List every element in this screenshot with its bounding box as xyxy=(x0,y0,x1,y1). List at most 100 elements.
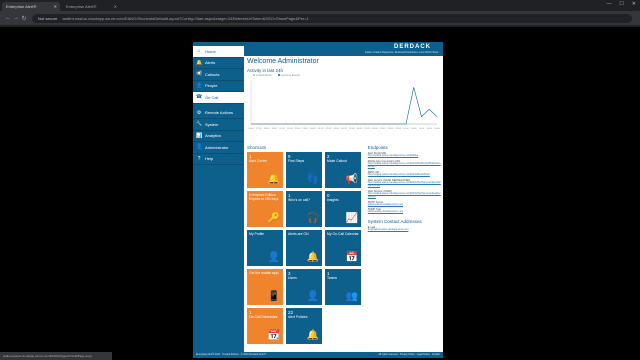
tile-insights[interactable]: 0 Insights 📈 xyxy=(325,191,361,227)
calendar-icon: 📅 xyxy=(345,252,358,263)
x-tick-label: 06:00 xyxy=(357,128,363,130)
sidebar-item-people[interactable]: 👤 People xyxy=(193,81,244,92)
x-tick-label: 13:00 xyxy=(411,128,417,130)
sidebar-item-system[interactable]: 🔧 System xyxy=(193,119,244,131)
megaphone-icon: 📢 xyxy=(196,71,203,78)
x-tick-label: 02:00 xyxy=(326,128,332,130)
tile-label: First Steps xyxy=(288,158,305,163)
x-tick-label: 15:00 xyxy=(427,128,433,130)
endpoint-link[interactable]: https://walled.eastus.cloudapp.azure.com… xyxy=(368,193,441,199)
sidebar-item-help[interactable]: ? Help xyxy=(193,154,244,165)
sidebar-item-analytics[interactable]: 📊 Analytics xyxy=(193,131,244,142)
series-line-1 xyxy=(251,87,438,125)
tile-label: Who's on call? xyxy=(288,197,310,202)
x-tick-label: 18:00 xyxy=(264,128,270,130)
maximize-icon[interactable]: ☐ xyxy=(619,1,623,7)
contact-heading: System Contact Addresses xyxy=(367,219,422,225)
tile-label: Insights xyxy=(327,197,339,202)
sidebar-item-label: People xyxy=(205,83,218,89)
address-bar[interactable]: Not secure walled.eastus.cloudapp.azure.… xyxy=(32,13,632,23)
app-page: DERDACK Faster Incident Response. Reduce… xyxy=(193,42,443,358)
sidebar-item-label: Remote Actions xyxy=(205,110,234,116)
reload-icon[interactable]: ↻ xyxy=(20,15,28,22)
sidebar-item-label: Alerts xyxy=(205,60,216,66)
tile-teams[interactable]: 1 Teams 👥 xyxy=(325,269,361,305)
url-text: walled.eastus.cloudapp.azure.com/EANG/Sh… xyxy=(62,15,309,21)
tile-first-steps[interactable]: 9 First Steps 👣 xyxy=(286,152,322,188)
browser-tab-active[interactable]: Enterprise Alert® ✕ xyxy=(2,2,60,11)
sidebar-item-label: Help xyxy=(205,156,214,162)
bell-icon: 🔔 xyxy=(267,174,280,185)
x-tick-label: 16:00 xyxy=(434,128,440,130)
sidebar-item-remote-actions[interactable]: ⚙ Remote Actions xyxy=(193,108,244,119)
wrench-icon: 🔧 xyxy=(196,121,203,128)
sidebar: ⌂ Home 🔔 Alerts 📢 Callouts 👤 People ☎ On Call ⚙ Rem… xyxy=(193,42,244,352)
shortcut-tiles: 1 Alert Center 🔔 9 First Steps 👣 2 Make Callout… xyxy=(247,152,364,344)
x-tick-label: 08:00 xyxy=(372,128,378,130)
endpoint-entry: SNMP Trap walled.eastus.cloudapp.azure.co… xyxy=(368,208,441,214)
not-secure-label: Not secure xyxy=(38,15,58,21)
sidebar-item-alerts[interactable]: 🔔 Alerts xyxy=(193,58,244,69)
tab-strip: Enterprise Alert® ✕ Enterprise Alert® ✕ xyxy=(0,0,640,11)
sidebar-item-label: Administrator xyxy=(205,144,229,150)
phone-icon: 📱 xyxy=(267,291,280,302)
sidebar-item-administrator[interactable]: 👤 Administrator xyxy=(193,142,244,154)
policy-icon: 🔔 xyxy=(306,330,319,341)
activity-chart: 16:00 17:00 18:00 19:00 20:00 21:00 22:00 23:00… xyxy=(248,80,441,130)
contact-email-link[interactable]: EA@walled.eastus.cloudapp.azure.com xyxy=(368,229,441,232)
tile-who-s-on-call[interactable]: 1 Who's on call? 🎧 xyxy=(286,191,322,227)
x-tick-label: 01:00 xyxy=(318,128,324,130)
sidebar-item-on-call[interactable]: ☎ On Call xyxy=(193,92,244,104)
sidebar-item-label: System xyxy=(205,121,219,127)
key-icon: 🔑 xyxy=(267,213,280,224)
x-tick-label: 00:00 xyxy=(310,128,316,130)
x-tick-label: 12:00 xyxy=(403,128,409,130)
window-controls: — ☐ ✕ xyxy=(606,1,636,7)
endpoint-link[interactable]: https://walled.eastus.cloudapp.azure.com… xyxy=(368,163,441,169)
sidebar-item-label: Home xyxy=(205,48,216,54)
tile-alert-policies[interactable]: 22 Alert Policies 🔔 xyxy=(286,308,322,344)
legend-item-incoming[interactable]: Incoming Events xyxy=(277,74,300,77)
minimize-icon[interactable]: — xyxy=(606,1,611,7)
endpoint-link[interactable]: https://walled.eastus.cloudapp.azure.com… xyxy=(368,174,441,177)
tile-alert-center[interactable]: 1 Alert Center 🔔 xyxy=(247,152,283,188)
x-tick-label: 17:00 xyxy=(256,128,262,130)
x-tick-label: 19:00 xyxy=(272,128,278,130)
tile-make-callout[interactable]: 2 Make Callout 📢 xyxy=(325,152,361,188)
browser-tab[interactable]: Enterprise Alert® ✕ xyxy=(62,2,120,11)
headset-icon: 🎧 xyxy=(306,213,319,224)
chart-icon: 📈 xyxy=(345,213,358,224)
sidebar-item-callouts[interactable]: 📢 Callouts xyxy=(193,69,244,81)
chart-icon: 📊 xyxy=(196,132,203,139)
tile-get-the-mobile-app[interactable]: Get the mobile app! 📱 xyxy=(247,269,283,305)
contact-entry: E-mail EA@walled.eastus.cloudapp.azure.c… xyxy=(368,226,441,232)
tile-on-call-schedules[interactable]: 1 On-Call Schedules 📆 xyxy=(247,308,283,344)
close-icon[interactable]: ✕ xyxy=(54,2,57,11)
back-icon[interactable]: ← xyxy=(4,15,12,21)
sidebar-item-home[interactable]: ⌂ Home xyxy=(193,46,244,58)
tile-users[interactable]: 3 Users 👤 xyxy=(286,269,322,305)
footer: Enterprise Alert® 2019 · Trusted Partner… xyxy=(193,352,443,358)
tab-title: Enterprise Alert® xyxy=(6,4,37,9)
derdack-logo[interactable]: DERDACK xyxy=(394,44,431,50)
tile-enterprise-edition[interactable]: Enterprise Edition Expires in 290 days 🔑 xyxy=(247,191,283,227)
x-tick-label: 11:00 xyxy=(396,128,402,130)
close-icon[interactable]: ✕ xyxy=(114,2,117,11)
endpoint-link[interactable]: https://walled.eastus.cloudapp.azure.com… xyxy=(368,182,441,188)
help-icon: ? xyxy=(197,155,201,162)
tile-my-profile[interactable]: My Profile 👤 xyxy=(247,230,283,266)
close-window-icon[interactable]: ✕ xyxy=(632,1,636,7)
endpoint-entry: Mobile App Connection URL https://walled.… xyxy=(368,160,441,169)
chart-legend: Locked Alerts Incoming Events xyxy=(253,74,441,77)
forward-icon[interactable]: → xyxy=(12,15,20,21)
endpoint-link[interactable]: walled.eastus.cloudapp.azure.com xyxy=(368,211,441,214)
legend-item-locked[interactable]: Locked Alerts xyxy=(253,74,272,77)
tile-alerts-are-on[interactable]: Alerts are ON 🔔 xyxy=(286,230,322,266)
tile-label: Alert Policies xyxy=(288,314,308,319)
person-icon: 👤 xyxy=(196,82,203,89)
tile-my-on-call-calendar[interactable]: My On-Call Calendar 📅 xyxy=(325,230,361,266)
sidebar-item-label: On Call xyxy=(205,94,219,100)
activity-heading: Activity in last 24h xyxy=(247,68,284,73)
endpoint-link[interactable]: https://walled.eastus.cloudapp.azure.com… xyxy=(368,155,441,158)
endpoint-link[interactable]: walled.eastus.cloudapp.azure.com xyxy=(368,204,441,207)
